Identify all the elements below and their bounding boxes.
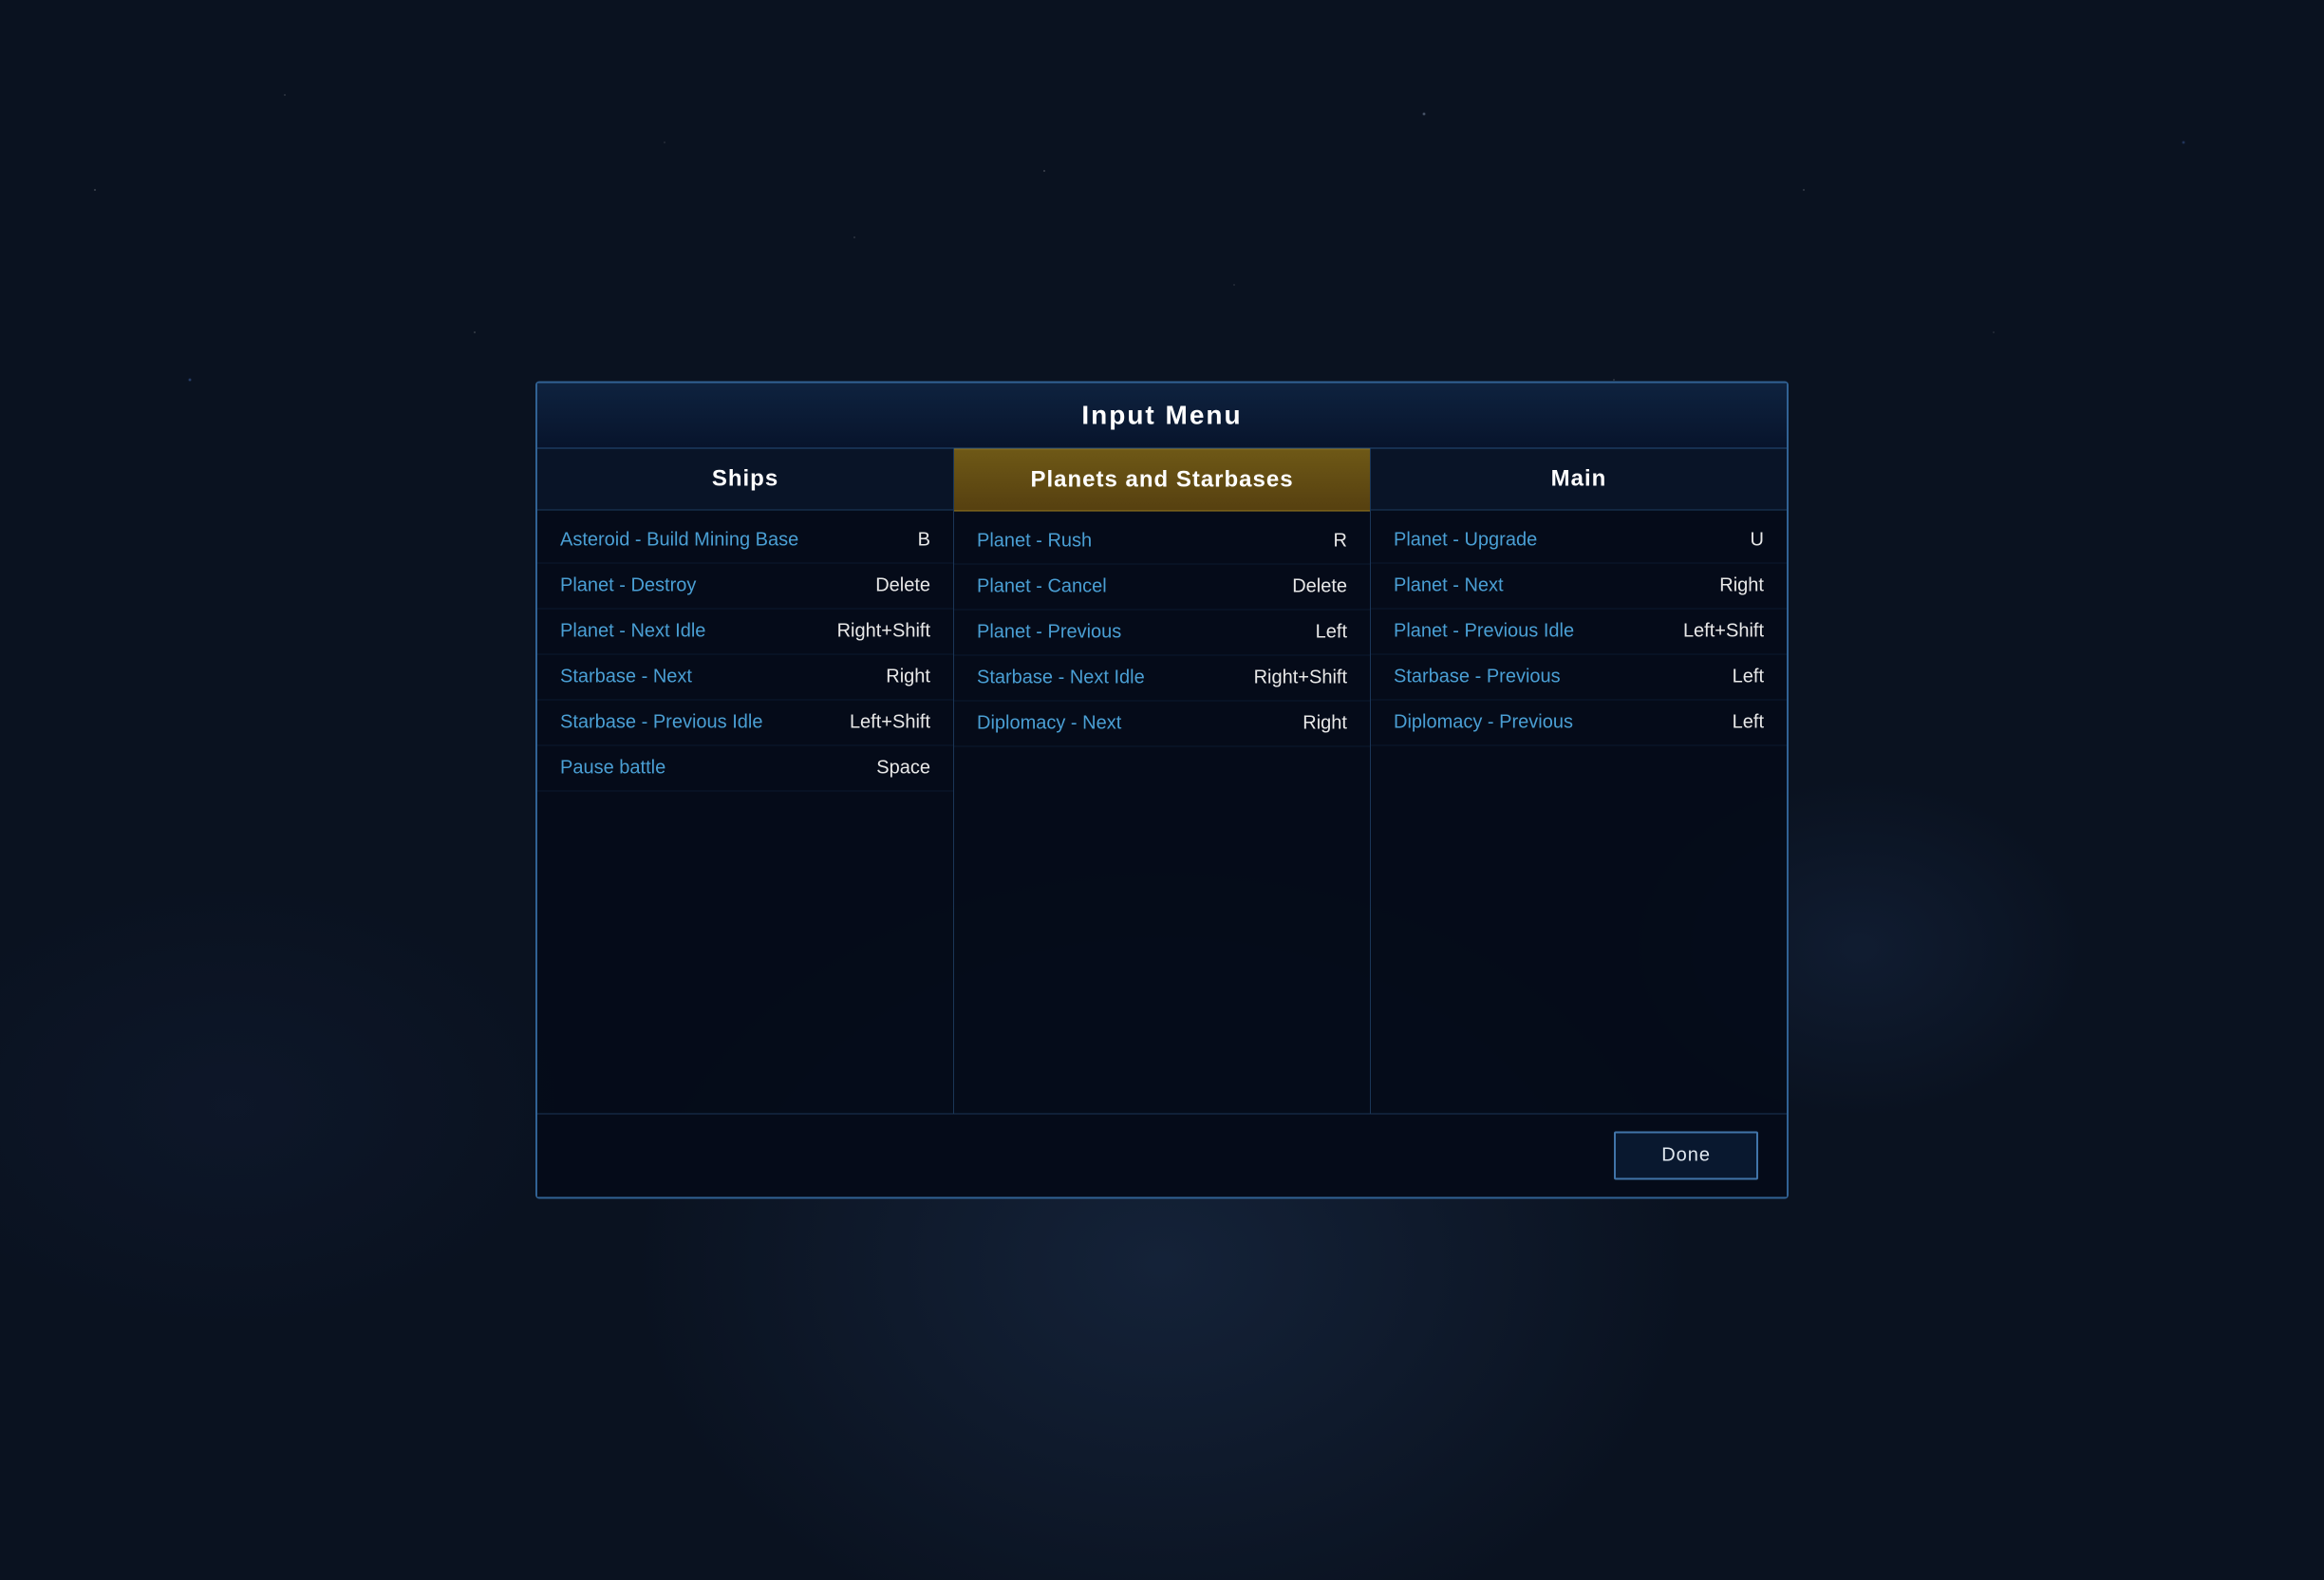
keybind-action: Planet - Destroy bbox=[560, 575, 696, 597]
keybind-action: Planet - Previous Idle bbox=[1394, 621, 1574, 643]
ships-column: Ships Asteroid - Build Mining Base B Pla… bbox=[537, 449, 954, 1114]
main-column: Main Planet - Upgrade U Planet - Next Ri… bbox=[1371, 449, 1787, 1114]
keybind-row[interactable]: Starbase - Previous Idle Left+Shift bbox=[537, 701, 953, 746]
keybind-key: U bbox=[1751, 530, 1764, 552]
keybind-key: Right bbox=[1719, 575, 1764, 597]
keybind-row[interactable]: Planet - Next Idle Right+Shift bbox=[537, 610, 953, 655]
ships-keybind-list: Asteroid - Build Mining Base B Planet - … bbox=[537, 511, 953, 1114]
keybind-key: B bbox=[918, 530, 930, 552]
keybind-action: Planet - Cancel bbox=[977, 576, 1107, 598]
keybind-row[interactable]: Pause battle Space bbox=[537, 746, 953, 792]
keybind-row[interactable]: Starbase - Next Right bbox=[537, 655, 953, 701]
planets-starbases-column-header: Planets and Starbases bbox=[954, 449, 1370, 512]
planets-starbases-column: Planets and Starbases Planet - Rush R Pl… bbox=[954, 449, 1371, 1114]
keybind-action: Starbase - Previous bbox=[1394, 667, 1561, 688]
keybind-action: Diplomacy - Next bbox=[977, 713, 1121, 735]
keybind-key: Left+Shift bbox=[1683, 621, 1764, 643]
keybind-action: Starbase - Previous Idle bbox=[560, 712, 762, 734]
keybind-row[interactable]: Diplomacy - Previous Left bbox=[1371, 701, 1787, 746]
modal-title-bar: Input Menu bbox=[537, 384, 1787, 449]
keybind-key: Right+Shift bbox=[1254, 668, 1347, 689]
modal-title: Input Menu bbox=[1081, 401, 1242, 430]
main-column-title: Main bbox=[1551, 466, 1607, 492]
keybind-row[interactable]: Diplomacy - Next Right bbox=[954, 702, 1370, 747]
keybind-key: Right+Shift bbox=[837, 621, 930, 643]
keybind-key: Delete bbox=[1292, 576, 1347, 598]
keybind-action: Starbase - Next Idle bbox=[977, 668, 1145, 689]
keybind-row[interactable]: Planet - Previous Idle Left+Shift bbox=[1371, 610, 1787, 655]
main-column-header: Main bbox=[1371, 449, 1787, 511]
done-button[interactable]: Done bbox=[1614, 1132, 1758, 1180]
keybind-row[interactable]: Asteroid - Build Mining Base B bbox=[537, 518, 953, 564]
keybind-key: Left bbox=[1733, 712, 1764, 734]
keybind-key: Delete bbox=[875, 575, 930, 597]
keybind-key: Left bbox=[1733, 667, 1764, 688]
keybind-row[interactable]: Starbase - Previous Left bbox=[1371, 655, 1787, 701]
input-menu-modal: Input Menu Ships Asteroid - Build Mining… bbox=[535, 382, 1789, 1199]
main-keybind-list: Planet - Upgrade U Planet - Next Right P… bbox=[1371, 511, 1787, 1114]
planets-starbases-column-title: Planets and Starbases bbox=[1030, 467, 1293, 493]
ships-column-title: Ships bbox=[712, 466, 778, 492]
keybind-row[interactable]: Planet - Cancel Delete bbox=[954, 565, 1370, 611]
keybind-key: R bbox=[1334, 531, 1347, 553]
keybind-row[interactable]: Planet - Next Right bbox=[1371, 564, 1787, 610]
keybind-row[interactable]: Starbase - Next Idle Right+Shift bbox=[954, 656, 1370, 702]
keybind-key: Space bbox=[876, 758, 930, 780]
keybind-action: Pause battle bbox=[560, 758, 665, 780]
keybind-row[interactable]: Planet - Rush R bbox=[954, 519, 1370, 565]
keybind-key: Right bbox=[886, 667, 930, 688]
keybind-action: Starbase - Next bbox=[560, 667, 692, 688]
keybind-key: Right bbox=[1303, 713, 1347, 735]
modal-footer: Done bbox=[537, 1114, 1787, 1197]
planets-starbases-keybind-list: Planet - Rush R Planet - Cancel Delete P… bbox=[954, 512, 1370, 1114]
keybind-action: Asteroid - Build Mining Base bbox=[560, 530, 798, 552]
keybind-action: Planet - Previous bbox=[977, 622, 1121, 644]
keybind-row[interactable]: Planet - Previous Left bbox=[954, 611, 1370, 656]
keybind-row[interactable]: Planet - Upgrade U bbox=[1371, 518, 1787, 564]
keybind-action: Diplomacy - Previous bbox=[1394, 712, 1573, 734]
keybind-row[interactable]: Planet - Destroy Delete bbox=[537, 564, 953, 610]
keybind-key: Left bbox=[1316, 622, 1347, 644]
keybind-action: Planet - Next bbox=[1394, 575, 1504, 597]
keybind-action: Planet - Next Idle bbox=[560, 621, 705, 643]
keybind-key: Left+Shift bbox=[850, 712, 930, 734]
columns-container: Ships Asteroid - Build Mining Base B Pla… bbox=[537, 449, 1787, 1114]
ships-column-header: Ships bbox=[537, 449, 953, 511]
keybind-action: Planet - Upgrade bbox=[1394, 530, 1537, 552]
keybind-action: Planet - Rush bbox=[977, 531, 1092, 553]
